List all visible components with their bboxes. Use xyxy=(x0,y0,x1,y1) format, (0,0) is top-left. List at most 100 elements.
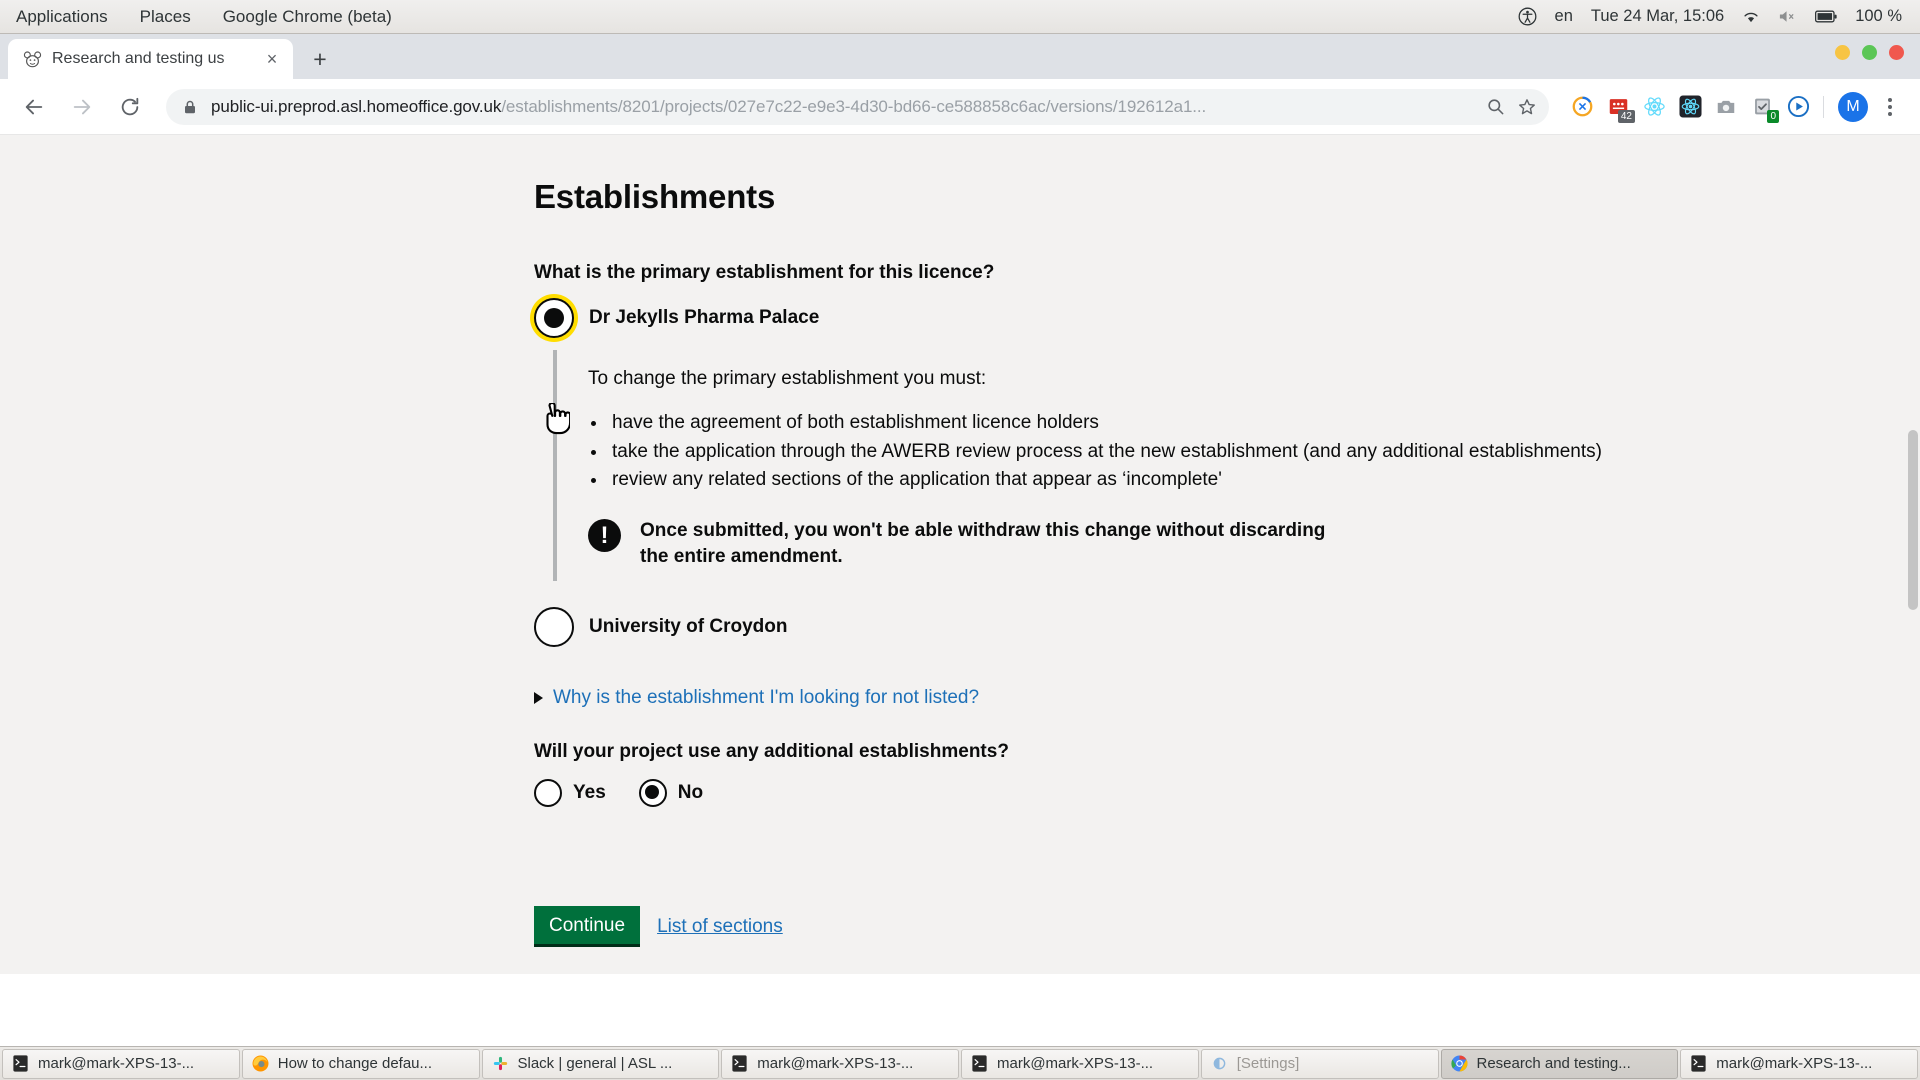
star-icon[interactable] xyxy=(1511,91,1543,123)
additional-establishments-radio-group: Yes No xyxy=(534,773,1654,813)
page-viewport: Establishments What is the primary estab… xyxy=(0,135,1920,1046)
url-path: /establishments/8201/projects/027e7c22-e… xyxy=(501,96,1207,116)
list-item: review any related sections of the appli… xyxy=(608,467,1654,492)
continue-button[interactable]: Continue xyxy=(534,906,641,948)
taskbar-item-label: mark@mark-XPS-13-... xyxy=(757,1055,914,1072)
window-close-button[interactable] xyxy=(1889,45,1904,60)
system-status-area: en Tue 24 Mar, 15:06 100 % xyxy=(1518,7,1920,26)
chevron-right-icon xyxy=(534,692,543,705)
reload-icon[interactable] xyxy=(110,87,150,127)
firefox-icon xyxy=(251,1054,270,1073)
warning-callout: ! Once submitted, you won't be able with… xyxy=(588,518,1654,569)
radio-button[interactable] xyxy=(638,779,667,808)
details-disclosure[interactable]: Why is the establishment I'm looking for… xyxy=(534,687,1654,709)
window-controls xyxy=(1835,45,1904,60)
taskbar-item-label: mark@mark-XPS-13-... xyxy=(997,1055,1154,1072)
volume-muted-icon[interactable] xyxy=(1778,9,1797,24)
window-maximize-button[interactable] xyxy=(1862,45,1877,60)
radio-circle-icon xyxy=(534,607,574,648)
lock-icon xyxy=(182,99,198,115)
page-bottom-whitespace xyxy=(0,974,1920,1046)
places-menu[interactable]: Places xyxy=(124,0,207,33)
radio-label: No xyxy=(677,782,704,804)
gmail-extension-icon[interactable]: 42 xyxy=(1601,90,1635,124)
radio-selected-dot-icon xyxy=(544,308,564,328)
forward-arrow-icon xyxy=(62,87,102,127)
scrollbar-thumb[interactable] xyxy=(1908,430,1918,610)
terminal-icon xyxy=(730,1054,749,1073)
page-scrollbar[interactable] xyxy=(1905,135,1920,1046)
avatar[interactable]: M xyxy=(1838,91,1868,122)
new-tab-button[interactable]: + xyxy=(303,42,337,76)
taskbar-item-slack[interactable]: Slack | general | ASL ... xyxy=(481,1048,720,1079)
taskbar-item-chrome[interactable]: Research and testing... xyxy=(1440,1048,1679,1079)
taskbar-item-settings[interactable]: [Settings] xyxy=(1200,1048,1439,1079)
page-content-wrapper: Establishments What is the primary estab… xyxy=(534,178,1654,1037)
conditional-reveal-panel: To change the primary establishment you … xyxy=(553,350,1654,582)
active-app-menu[interactable]: Google Chrome (beta) xyxy=(207,0,408,33)
taskbar-item-label: [Settings] xyxy=(1236,1055,1300,1072)
taskbar-item-label: Research and testing... xyxy=(1476,1055,1631,1072)
tab-close-icon[interactable]: × xyxy=(261,48,283,70)
desktop-top-bar: Applications Places Google Chrome (beta)… xyxy=(0,0,1920,34)
mouse-cursor xyxy=(540,401,572,437)
taskbar-item-terminal-4[interactable]: mark@mark-XPS-13-... xyxy=(1680,1048,1918,1079)
list-of-sections-link[interactable]: List of sections xyxy=(657,916,783,938)
lighthouse-extension-icon[interactable] xyxy=(1565,90,1599,124)
establishment-option-dr-jekylls-pharma-palace[interactable]: Dr Jekylls Pharma Palace xyxy=(534,298,1654,338)
list-item: take the application through the AWERB r… xyxy=(608,439,1654,464)
conditional-bullet-list: have the agreement of both establishment… xyxy=(608,410,1654,492)
video-player-extension-icon[interactable] xyxy=(1781,90,1815,124)
url-text: public-ui.preprod.asl.homeoffice.gov.uk/… xyxy=(211,97,1479,117)
radio-button[interactable] xyxy=(534,298,574,338)
address-bar[interactable]: public-ui.preprod.asl.homeoffice.gov.uk/… xyxy=(166,88,1549,125)
applications-menu[interactable]: Applications xyxy=(0,0,124,33)
chrome-icon xyxy=(1450,1054,1469,1073)
extensions-area: 42 0 xyxy=(1557,90,1815,124)
list-item: have the agreement of both establishment… xyxy=(608,410,1654,435)
kebab-menu-icon[interactable] xyxy=(1874,91,1906,123)
gmail-badge: 42 xyxy=(1617,109,1635,123)
task-badge: 0 xyxy=(1767,109,1779,123)
additional-option-yes[interactable]: Yes xyxy=(534,773,606,813)
search-icon[interactable] xyxy=(1479,91,1511,123)
browser-tab[interactable]: Research and testing us × xyxy=(8,39,293,79)
window-minimize-button[interactable] xyxy=(1835,45,1850,60)
screenshot-extension-icon[interactable] xyxy=(1709,90,1743,124)
tab-strip: Research and testing us × + xyxy=(0,34,1920,79)
taskbar-item-label: How to change defau... xyxy=(277,1055,433,1072)
battery-percent: 100 % xyxy=(1855,7,1902,25)
details-summary-text[interactable]: Why is the establishment I'm looking for… xyxy=(553,687,979,709)
language-indicator[interactable]: en xyxy=(1555,7,1573,26)
warning-exclamation-icon: ! xyxy=(588,519,621,553)
accessibility-icon[interactable] xyxy=(1518,7,1537,26)
settings-icon xyxy=(1210,1054,1229,1073)
back-arrow-icon[interactable] xyxy=(14,87,54,127)
establishment-option-university-of-croydon[interactable]: University of Croydon xyxy=(534,607,1654,648)
taskbar-item-firefox[interactable]: How to change defau... xyxy=(241,1048,480,1079)
react-devtools-dark-extension-icon[interactable] xyxy=(1673,90,1707,124)
taskbar-item-terminal-3[interactable]: mark@mark-XPS-13-... xyxy=(961,1048,1199,1079)
task-extension-icon[interactable]: 0 xyxy=(1745,90,1779,124)
additional-option-no[interactable]: No xyxy=(638,773,704,813)
toolbar-divider xyxy=(1823,95,1824,118)
radio-label: University of Croydon xyxy=(589,616,788,638)
taskbar-item-label: mark@mark-XPS-13-... xyxy=(1716,1055,1873,1072)
form-actions: Continue List of sections xyxy=(534,906,1654,948)
react-devtools-extension-icon[interactable] xyxy=(1637,90,1671,124)
tab-title: Research and testing us xyxy=(52,50,225,67)
wifi-icon[interactable] xyxy=(1742,10,1760,24)
radio-label: Dr Jekylls Pharma Palace xyxy=(589,307,820,328)
radio-button[interactable] xyxy=(534,607,574,648)
window-taskbar: mark@mark-XPS-13-... How to change defau… xyxy=(0,1046,1920,1080)
page-title: Establishments xyxy=(534,178,776,215)
clock[interactable]: Tue 24 Mar, 15:06 xyxy=(1591,7,1724,26)
radio-label: Yes xyxy=(573,782,606,804)
battery-icon[interactable] xyxy=(1815,10,1837,23)
taskbar-item-terminal-2[interactable]: mark@mark-XPS-13-... xyxy=(721,1048,959,1079)
browser-toolbar: public-ui.preprod.asl.homeoffice.gov.uk/… xyxy=(0,79,1920,135)
taskbar-item-terminal-1[interactable]: mark@mark-XPS-13-... xyxy=(2,1048,240,1079)
radio-circle-icon xyxy=(534,779,562,808)
radio-button[interactable] xyxy=(534,779,562,808)
establishment-radio-group: Dr Jekylls Pharma Palace To change the p… xyxy=(534,298,1654,648)
